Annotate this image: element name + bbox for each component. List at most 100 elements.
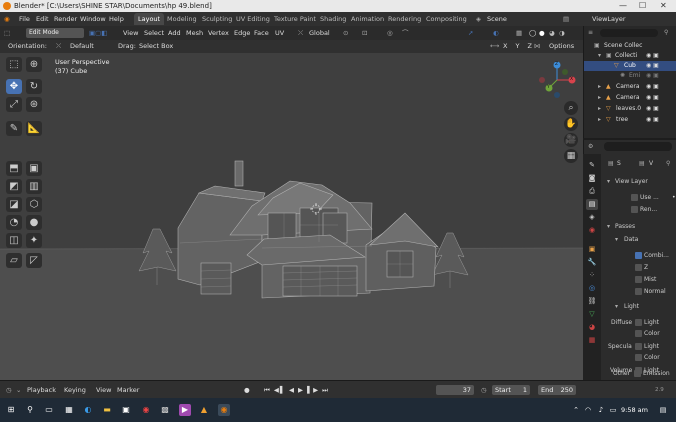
menu-select[interactable]: Select [144,26,164,40]
camera-view-icon[interactable]: 🎥 [564,133,578,147]
rip-tool[interactable]: ◸ [26,253,42,268]
extrude-tool[interactable]: ⬒ [6,161,22,176]
collapse-arrow-icon[interactable]: ▾ [607,178,610,185]
search-icon[interactable]: ⚲ [24,404,36,416]
inset-tool[interactable]: ▣ [26,161,42,176]
object-tab-icon[interactable]: ▣ [586,244,598,255]
specular-color-checkbox[interactable] [635,354,642,361]
chevron-down-icon[interactable]: ⌄ [16,381,21,399]
measure-tool[interactable]: 📐 [26,121,42,136]
vlc-icon[interactable]: ▲ [198,404,210,416]
blender-taskbar-icon[interactable]: ◉ [218,404,230,416]
menu-vertex[interactable]: Vertex [208,26,229,40]
knife-tool[interactable]: ◪ [6,197,22,212]
playback-menu[interactable]: Playback [27,381,56,399]
poly-build-tool[interactable]: ⬡ [26,197,42,212]
scale-tool[interactable]: ⤢ [6,97,22,112]
menu-window[interactable]: Window [80,12,106,26]
tab-uv-editing[interactable]: UV Editing [232,13,274,25]
current-frame-field[interactable]: 37 [436,385,474,395]
tab-texture-paint[interactable]: Texture Paint [270,13,320,25]
tray-chevron-icon[interactable]: ⌃ [570,404,582,416]
tool-tab-icon[interactable]: ✎ [586,160,598,171]
proportional-edit-icon[interactable]: ◎ [387,26,393,40]
menu-mesh[interactable]: Mesh [186,26,203,40]
outliner-row-camera-2[interactable]: ▸ ▲ Camera ◉ ▣ [584,93,676,103]
tab-modeling[interactable]: Modeling [163,13,201,25]
tab-compositing[interactable]: Compositing [422,13,471,25]
edge-slide-tool[interactable]: ◫ [6,233,22,248]
close-button[interactable]: ✕ [660,0,667,12]
mode-selector[interactable]: Edit Mode [26,28,84,38]
menu-edge[interactable]: Edge [234,26,250,40]
volume-icon[interactable]: ♪ [595,404,607,416]
menu-file[interactable]: File [19,12,30,26]
menu-help[interactable]: Help [109,12,124,26]
render-tab-icon[interactable]: ◙ [586,173,598,184]
select-box-tool[interactable]: ⬚ [6,57,22,72]
start-frame-field[interactable]: Start 1 [492,385,530,395]
visibility-eye-icon[interactable]: ◉ ▣ [646,93,659,103]
windows-start-icon[interactable]: ⊞ [5,404,17,416]
battery-icon[interactable]: ▭ [607,404,619,416]
record-button[interactable]: ● [244,381,250,399]
maximize-button[interactable]: ☐ [639,0,646,12]
shrink-fatten-tool[interactable]: ✦ [26,233,42,248]
visibility-eye-icon[interactable]: ◉ ▣ [646,61,659,71]
tab-layout[interactable]: Layout [134,13,165,25]
visibility-eye-icon[interactable]: ◉ ▣ [646,82,659,92]
outliner-row-tree[interactable]: ▸ ▽ tree ◉ ▣ [584,115,676,125]
drag-selector[interactable]: Select Box [139,40,173,53]
diffuse-light-checkbox[interactable] [635,319,642,326]
mirror-axes[interactable]: X Y Z [503,40,535,53]
texture-tab-icon[interactable]: ▦ [586,335,598,346]
options-dropdown[interactable]: Options [549,40,574,53]
transform-tool[interactable]: ⊛ [26,97,42,112]
rotate-tool[interactable]: ↻ [26,79,42,94]
collapse-arrow-icon[interactable]: ▾ [615,303,618,310]
outliner-row-scene[interactable]: ▣ Scene Collec [584,41,676,51]
tab-animation[interactable]: Animation [347,13,388,25]
tab-rendering[interactable]: Rendering [384,13,425,25]
preview-range-icon[interactable]: ◷ [481,381,487,399]
outliner-row-leaves[interactable]: ▸ ▽ leaves.0 ◉ ▣ [584,104,676,114]
edge-browser-icon[interactable]: ◐ [82,404,94,416]
particles-tab-icon[interactable]: ⁘ [586,270,598,281]
menu-edit[interactable]: Edit [36,12,49,26]
collapse-arrow-icon[interactable]: ▾ [607,223,610,230]
task-view-icon[interactable]: ▭ [43,404,55,416]
outliner-row-collection[interactable]: ▾ ▣ Collecti ◉ ▣ [584,51,676,61]
modifier-tab-icon[interactable]: 🔧 [586,257,598,268]
navigation-gizmo[interactable]: Z X Y [537,60,577,100]
clock-time[interactable]: 9:58 am [621,398,648,422]
shear-tool[interactable]: ▱ [6,253,22,268]
loop-cut-tool[interactable]: ▥ [26,179,42,194]
file-explorer-icon[interactable]: ▬ [101,404,113,416]
store-icon[interactable]: ▣ [120,404,132,416]
output-tab-icon[interactable]: ⎙ [586,186,598,197]
network-icon[interactable]: ◠ [582,404,594,416]
transform-orientation-selector[interactable]: Global [309,26,330,40]
auto-merge-icon[interactable]: ⋈ [534,40,541,53]
smooth-tool[interactable]: ● [26,215,42,230]
visibility-eye-icon[interactable]: ◉ ▣ [646,51,659,61]
visibility-eye-icon[interactable]: ◉ ▣ [646,104,659,114]
collapse-arrow-icon[interactable]: ▾ [615,236,618,243]
app-icon[interactable]: ▩ [159,404,171,416]
scene-tab-icon[interactable]: ◈ [586,212,598,223]
properties-search-input[interactable] [604,142,672,151]
constraints-tab-icon[interactable]: ⛓ [586,296,598,307]
select-mode-icons[interactable]: ▣▢◧ [89,26,107,40]
combined-checkbox[interactable] [635,252,642,259]
data-subsection-title[interactable]: Data [624,236,638,243]
shading-rendered-icon[interactable]: ◑ [559,26,565,40]
bevel-tool[interactable]: ◩ [6,179,22,194]
material-tab-icon[interactable]: ◕ [586,322,598,333]
zoom-icon[interactable]: ⌕ [564,101,578,115]
keying-menu[interactable]: Keying [64,381,86,399]
visibility-eye-icon[interactable]: ◉ ▣ [646,71,659,81]
shading-wireframe-icon[interactable]: ◯ [529,26,536,40]
clock-icon[interactable]: ◷ [6,381,12,399]
outliner-search-input[interactable] [600,29,658,37]
menu-view[interactable]: View [123,26,138,40]
